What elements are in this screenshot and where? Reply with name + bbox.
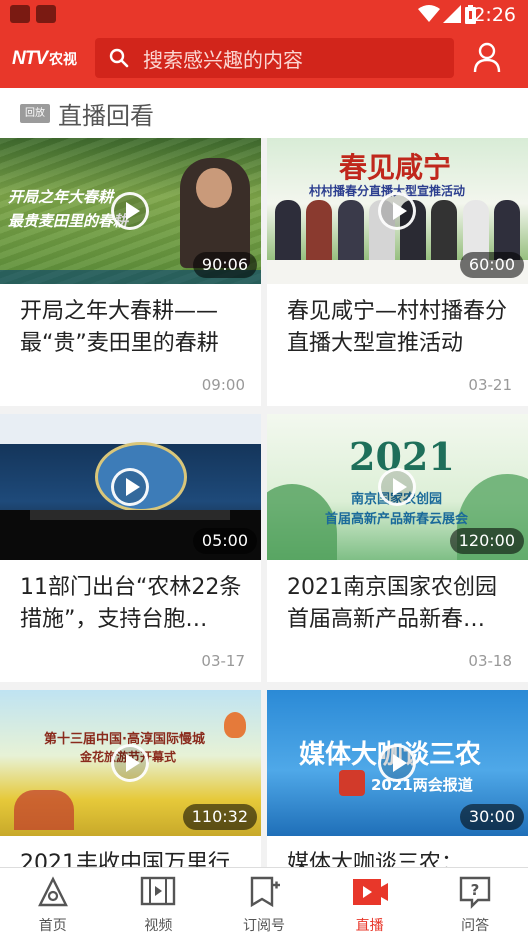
section-title: 直播回看 [58,101,154,130]
video-title[interactable]: 2021南京国家农创园首届高新产品新春… [287,572,512,636]
tab-subscribe[interactable]: 订阅号 [211,868,317,938]
video-thumbnail[interactable]: 春见咸宁 村村播春分直播大型宣推活动 60:00 [267,138,528,284]
video-date: 03-18 [468,652,512,670]
wifi-icon [418,5,440,22]
play-icon[interactable] [378,192,416,230]
video-thumbnail[interactable]: 第十三届中国·高淳国际慢城 金花旅游节开幕式 110:32 [0,690,261,836]
video-duration: 30:00 [459,804,524,830]
logo-text: NTV [12,48,48,69]
bottom-tab-bar: 首页 视频 订阅号 直播 ? 问答 [0,867,528,938]
user-profile-icon[interactable] [470,40,504,74]
replay-tag: 回放 [20,103,50,123]
clock: 2:26 [473,4,516,26]
signal-icon [443,5,461,23]
tab-home[interactable]: 首页 [0,868,106,938]
video-date: 03-17 [201,652,245,670]
video-duration: 05:00 [192,528,257,554]
video-title[interactable]: 春见咸宁—村村播春分直播大型宣推活动 [287,296,512,360]
film-icon [141,876,176,906]
video-card[interactable]: 开局之年大春耕 最贵麦田里的春耕 90:06 开局之年大春耕——最“贵”麦田里的… [0,138,261,406]
subscribe-icon [250,876,280,908]
video-thumbnail[interactable]: 开局之年大春耕 最贵麦田里的春耕 90:06 [0,138,261,284]
tab-label: 首页 [38,918,67,934]
search-placeholder: 搜索感兴趣的内容 [143,47,303,72]
tab-live[interactable]: 直播 [317,868,423,938]
video-card[interactable]: 2021 南京国家农创园 首届高新产品新春云展会 120:00 2021南京国家… [267,414,528,682]
tab-label: 问答 [461,918,490,934]
home-icon [37,876,68,907]
video-date: 03-21 [468,376,512,394]
app-header: NTV 农视 搜索感兴趣的内容 [0,30,528,88]
search-icon [109,48,129,68]
video-thumbnail[interactable]: 媒体大咖谈三农 2021两会报道 30:00 [267,690,528,836]
video-card[interactable]: 春见咸宁 村村播春分直播大型宣推活动 60:00 春见咸宁—村村播春分直播大型宣… [267,138,528,406]
video-title[interactable]: 开局之年大春耕——最“贵”麦田里的春耕 [20,296,245,360]
search-bar[interactable]: 搜索感兴趣的内容 [95,38,454,78]
thumbnail-caption: 首届高新产品新春云展会 [325,512,469,527]
app-logo: NTV 农视 [12,47,77,71]
play-icon[interactable] [111,468,149,506]
notification-icon [36,5,56,23]
video-duration: 110:32 [182,804,257,830]
video-duration: 120:00 [449,528,524,554]
thumbnail-caption: 最贵麦田里的春耕 [8,212,129,230]
section-header: 回放 直播回看 [0,88,528,138]
video-duration: 60:00 [459,252,524,278]
video-card[interactable]: 05:00 11部门出台“农林22条措施”，支持台胞… 03-17 [0,414,261,682]
question-icon: ? [459,876,491,909]
thumbnail-caption: 春见咸宁 [339,151,452,184]
thumbnail-caption: 开局之年大春耕 [8,188,114,206]
tab-video[interactable]: 视频 [106,868,212,938]
tab-label: 订阅号 [242,918,285,934]
video-title[interactable]: 11部门出台“农林22条措施”，支持台胞… [20,572,245,636]
tab-label: 直播 [355,918,384,934]
svg-text:?: ? [471,881,480,899]
video-duration: 90:06 [192,252,257,278]
play-icon[interactable] [111,192,149,230]
status-bar: 2:26 [0,0,528,30]
live-icon [352,879,388,905]
play-icon[interactable] [378,468,416,506]
video-thumbnail[interactable]: 05:00 [0,414,261,560]
play-icon[interactable] [111,744,149,782]
notification-icon [10,5,30,23]
logo-subtext: 农视 [49,52,77,68]
tab-qa[interactable]: ? 问答 [422,868,528,938]
video-date: 09:00 [201,376,245,394]
play-icon[interactable] [378,744,416,782]
video-thumbnail[interactable]: 2021 南京国家农创园 首届高新产品新春云展会 120:00 [267,414,528,560]
tab-label: 视频 [144,918,173,934]
